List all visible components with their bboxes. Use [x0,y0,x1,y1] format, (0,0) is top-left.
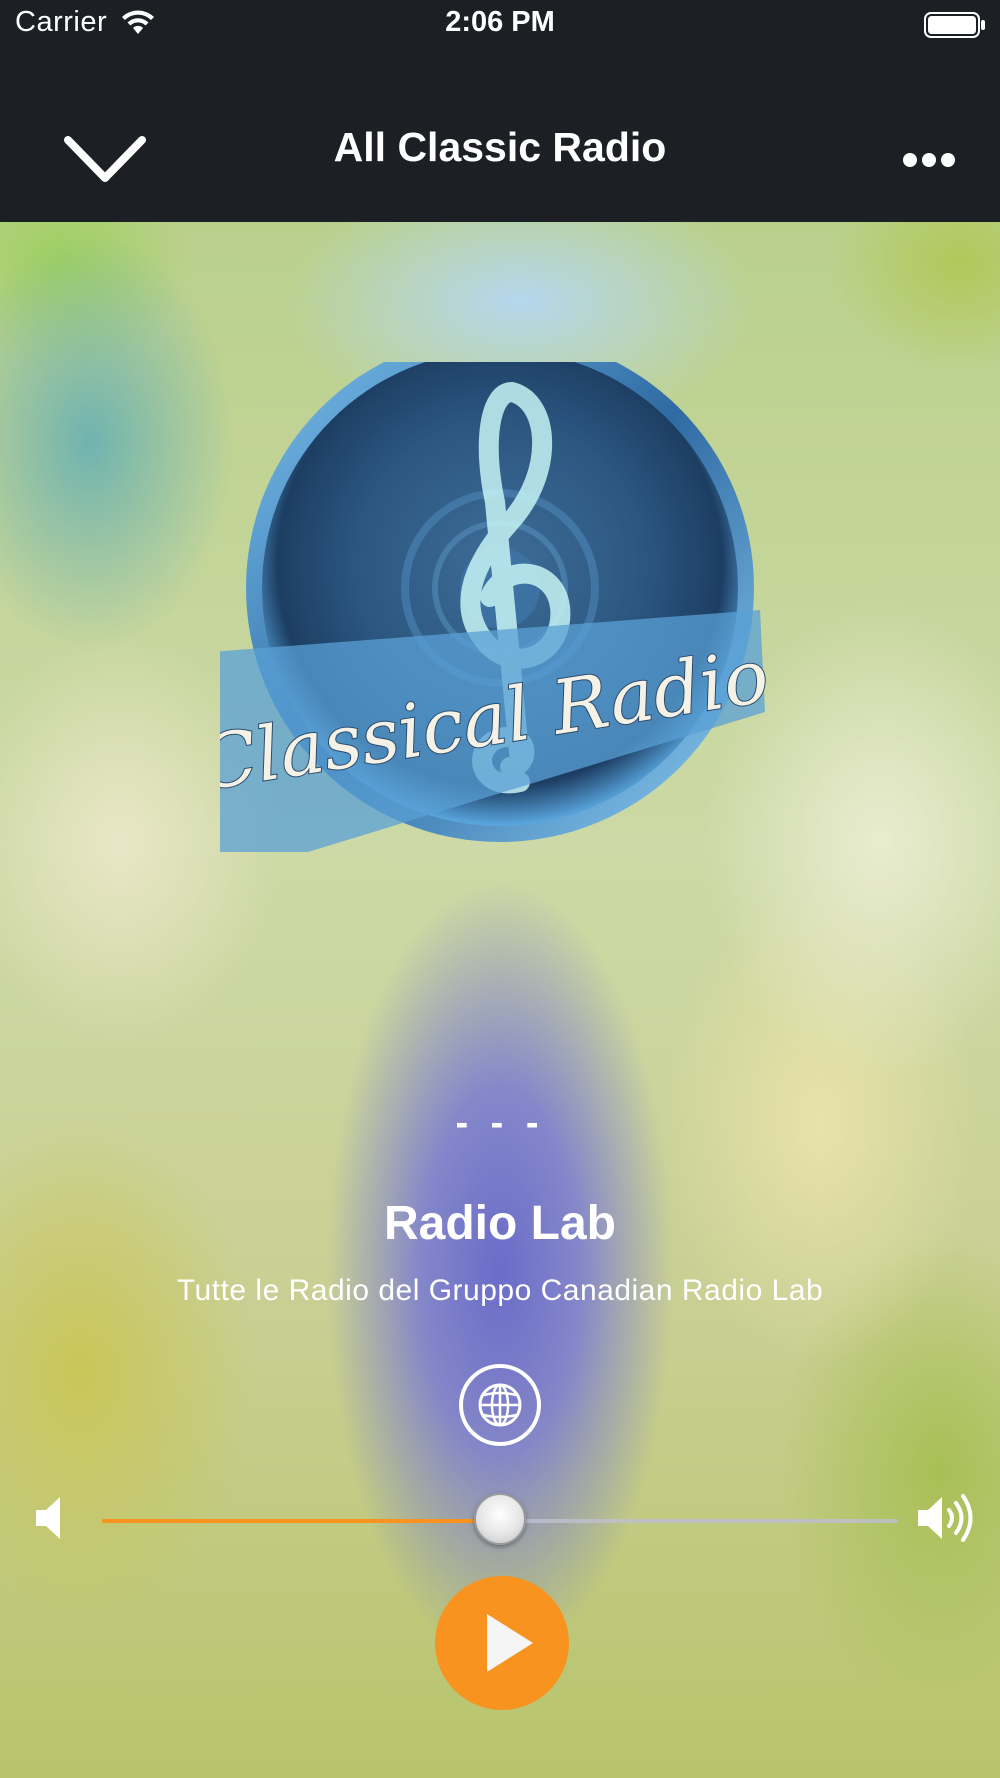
volume-remaining [500,1519,898,1523]
play-icon [487,1614,533,1672]
status-time: 2:06 PM [445,6,555,38]
radio-player-screen: Carrier 2:06 PM All Classic Radio Classi… [0,0,1000,1778]
station-description: Tutte le Radio del Gruppo Canadian Radio… [176,1274,824,1307]
nav-bar: All Classic Radio [0,50,1000,222]
play-button[interactable] [435,1576,569,1710]
status-bar: Carrier 2:06 PM [0,0,1000,50]
track-title: - - - [455,1102,545,1144]
ellipsis-icon[interactable] [902,140,956,180]
page-title: All Classic Radio [333,124,667,170]
volume-fill [102,1519,500,1523]
battery-icon [924,12,985,38]
globe-icon[interactable] [458,1363,542,1447]
volume-high-icon [918,1494,973,1542]
station-name: Radio Lab [383,1197,616,1250]
player-area: Classical Radio - - - Radio Lab Tutte le… [0,222,1000,1778]
volume-low-icon [36,1497,60,1539]
station-logo: Classical Radio [220,362,775,852]
volume-thumb[interactable] [474,1493,526,1545]
